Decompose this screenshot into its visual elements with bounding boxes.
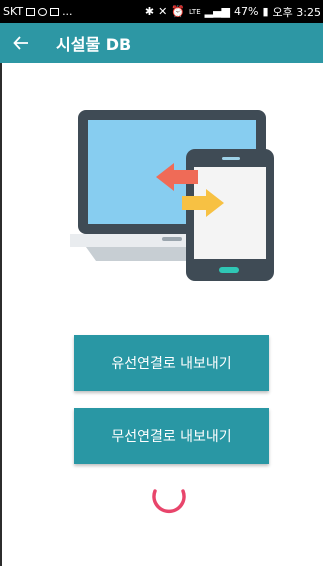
wireless-export-button[interactable]: 무선연결로 내보내기 <box>74 408 269 464</box>
status-left: SKT ... <box>3 5 73 18</box>
main-content: 유선연결로 내보내기 무선연결로 내보내기 <box>0 63 323 566</box>
mute-icon: ✕ <box>158 5 168 18</box>
back-button[interactable] <box>4 23 38 63</box>
time-label: 오후 3:25 <box>272 5 321 19</box>
gallery-notification-icon <box>26 7 36 16</box>
network-type-label: LTE <box>189 7 201 16</box>
chat-notification-icon <box>38 7 48 16</box>
left-edge-divider <box>0 63 2 566</box>
loading-spinner-icon <box>152 489 186 514</box>
alarm-icon: ⏰ <box>171 5 185 18</box>
carrier-label: SKT <box>3 5 24 18</box>
battery-icon: ▮ <box>262 5 269 18</box>
status-bar: SKT ... ✱ ✕ ⏰ LTE ▂▄▆ 47% ▮ 오후 3:25 <box>0 0 323 23</box>
calendar-notification-icon <box>50 7 60 16</box>
arrow-left-icon <box>13 36 28 50</box>
battery-label: 47% <box>234 5 259 18</box>
bluetooth-icon: ✱ <box>144 5 155 18</box>
more-notifications-label: ... <box>62 5 73 18</box>
app-bar: 시설물 DB <box>0 23 323 63</box>
laptop-phone-transfer-icon <box>70 110 274 281</box>
status-right: ✱ ✕ ⏰ LTE ▂▄▆ 47% ▮ 오후 3:25 <box>145 4 321 20</box>
signal-icon: ▂▄▆ <box>204 5 231 18</box>
page-title: 시설물 DB <box>56 35 132 54</box>
wired-export-button[interactable]: 유선연결로 내보내기 <box>74 335 269 391</box>
